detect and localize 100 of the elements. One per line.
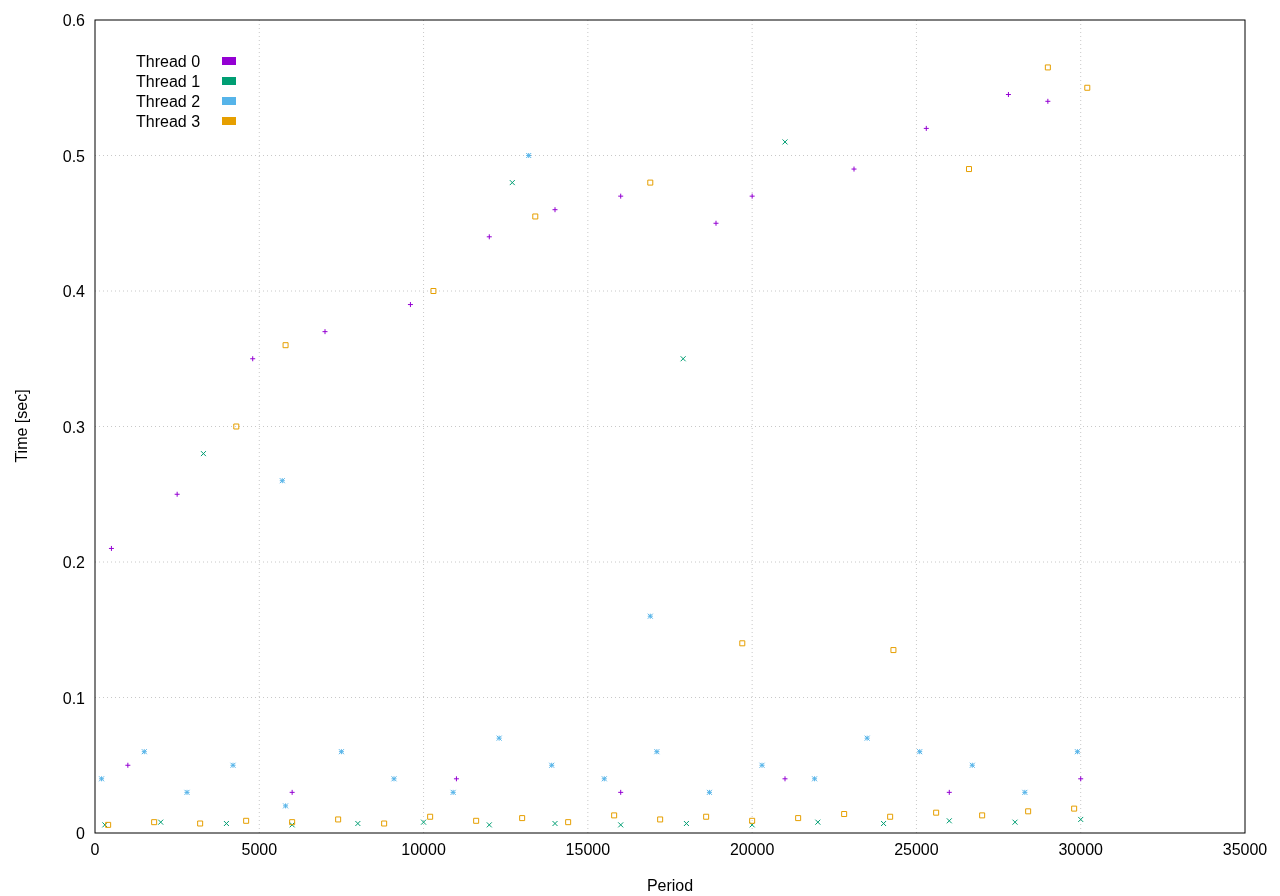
data-point xyxy=(647,179,654,186)
data-point xyxy=(759,762,765,769)
data-point xyxy=(141,748,148,755)
data-point xyxy=(486,821,493,828)
data-point xyxy=(713,220,719,227)
data-point xyxy=(473,817,480,824)
data-point xyxy=(706,789,713,796)
y-tick-label: 0.6 xyxy=(62,12,85,29)
data-point xyxy=(617,193,624,200)
data-point xyxy=(453,775,460,782)
data-point xyxy=(782,138,788,145)
data-point xyxy=(890,647,897,654)
data-point xyxy=(322,328,328,335)
data-point xyxy=(923,125,930,132)
data-point xyxy=(1025,808,1032,815)
data-point xyxy=(946,789,953,796)
x-tick-label: 10000 xyxy=(401,841,446,858)
data-point xyxy=(1044,98,1051,105)
x-tick-label: 0 xyxy=(90,841,100,858)
y-tick-label: 0 xyxy=(76,825,85,842)
data-point xyxy=(519,815,526,822)
data-point xyxy=(1005,91,1012,98)
data-point xyxy=(864,735,871,742)
legend-label: Thread 0 xyxy=(136,53,201,70)
data-point xyxy=(98,775,105,782)
y-tick-label: 0.4 xyxy=(62,283,85,300)
data-point xyxy=(230,762,236,769)
data-point xyxy=(486,233,493,240)
data-point xyxy=(565,819,572,826)
data-point xyxy=(1012,819,1018,826)
data-point xyxy=(782,775,788,782)
data-point xyxy=(814,819,821,826)
data-point xyxy=(548,762,555,769)
data-point xyxy=(197,820,204,827)
data-point xyxy=(703,813,710,820)
data-point xyxy=(933,809,940,816)
data-point xyxy=(647,613,654,620)
data-point xyxy=(653,748,660,755)
y-tick-label: 0.5 xyxy=(62,147,85,165)
data-point xyxy=(496,735,503,742)
data-point xyxy=(407,301,414,308)
data-point xyxy=(969,762,976,769)
x-axis-title: Period xyxy=(646,877,694,894)
data-point xyxy=(1044,64,1051,71)
data-point xyxy=(1077,775,1084,782)
data-point xyxy=(184,789,190,796)
data-point xyxy=(174,491,181,498)
x-tick-label: 25000 xyxy=(894,841,939,858)
y-tick-label: 0.3 xyxy=(62,418,85,436)
x-tick-label: 20000 xyxy=(729,841,775,858)
x-tick-label: 15000 xyxy=(565,841,611,858)
data-point xyxy=(611,812,618,819)
data-point xyxy=(683,820,690,827)
legend-label: Thread 2 xyxy=(136,93,201,110)
data-point xyxy=(749,193,756,200)
data-point xyxy=(1074,748,1081,755)
data-point xyxy=(795,815,802,822)
data-point xyxy=(552,820,558,827)
data-point xyxy=(966,166,972,173)
data-point xyxy=(841,811,848,818)
y-tick-label: 0.2 xyxy=(62,554,85,571)
data-point xyxy=(430,288,437,294)
data-point xyxy=(1021,789,1028,796)
data-point xyxy=(532,213,539,220)
data-point xyxy=(200,450,207,457)
data-point xyxy=(108,545,115,552)
data-point xyxy=(282,342,289,349)
y-tick-label: 0.1 xyxy=(62,689,85,707)
legend-label: Thread 3 xyxy=(136,113,201,130)
x-tick-label: 5000 xyxy=(241,841,278,858)
data-point xyxy=(946,817,953,824)
data-point xyxy=(617,821,624,828)
data-point xyxy=(509,179,516,186)
x-tick-label: 35000 xyxy=(1222,841,1268,858)
data-point xyxy=(657,816,664,823)
data-point xyxy=(279,477,286,484)
data-point xyxy=(391,775,397,782)
data-point xyxy=(1077,816,1084,823)
data-point xyxy=(1084,84,1091,91)
legend-label: Thread 1 xyxy=(136,73,201,90)
data-point xyxy=(552,206,558,213)
data-point xyxy=(979,812,986,819)
data-point xyxy=(249,355,256,362)
data-point xyxy=(450,789,457,796)
data-point xyxy=(282,802,289,809)
data-point xyxy=(811,775,818,782)
data-point xyxy=(851,166,857,173)
data-point xyxy=(739,640,746,647)
data-point xyxy=(338,748,345,755)
data-point xyxy=(233,423,240,430)
data-point xyxy=(381,820,388,827)
data-point xyxy=(1071,805,1078,812)
data-point xyxy=(335,816,342,823)
data-point xyxy=(223,820,230,827)
data-point xyxy=(243,817,250,824)
data-point xyxy=(124,762,131,769)
data-point xyxy=(289,789,296,796)
data-point xyxy=(617,789,624,796)
x-tick-label: 30000 xyxy=(1058,841,1103,858)
data-point xyxy=(354,820,361,827)
